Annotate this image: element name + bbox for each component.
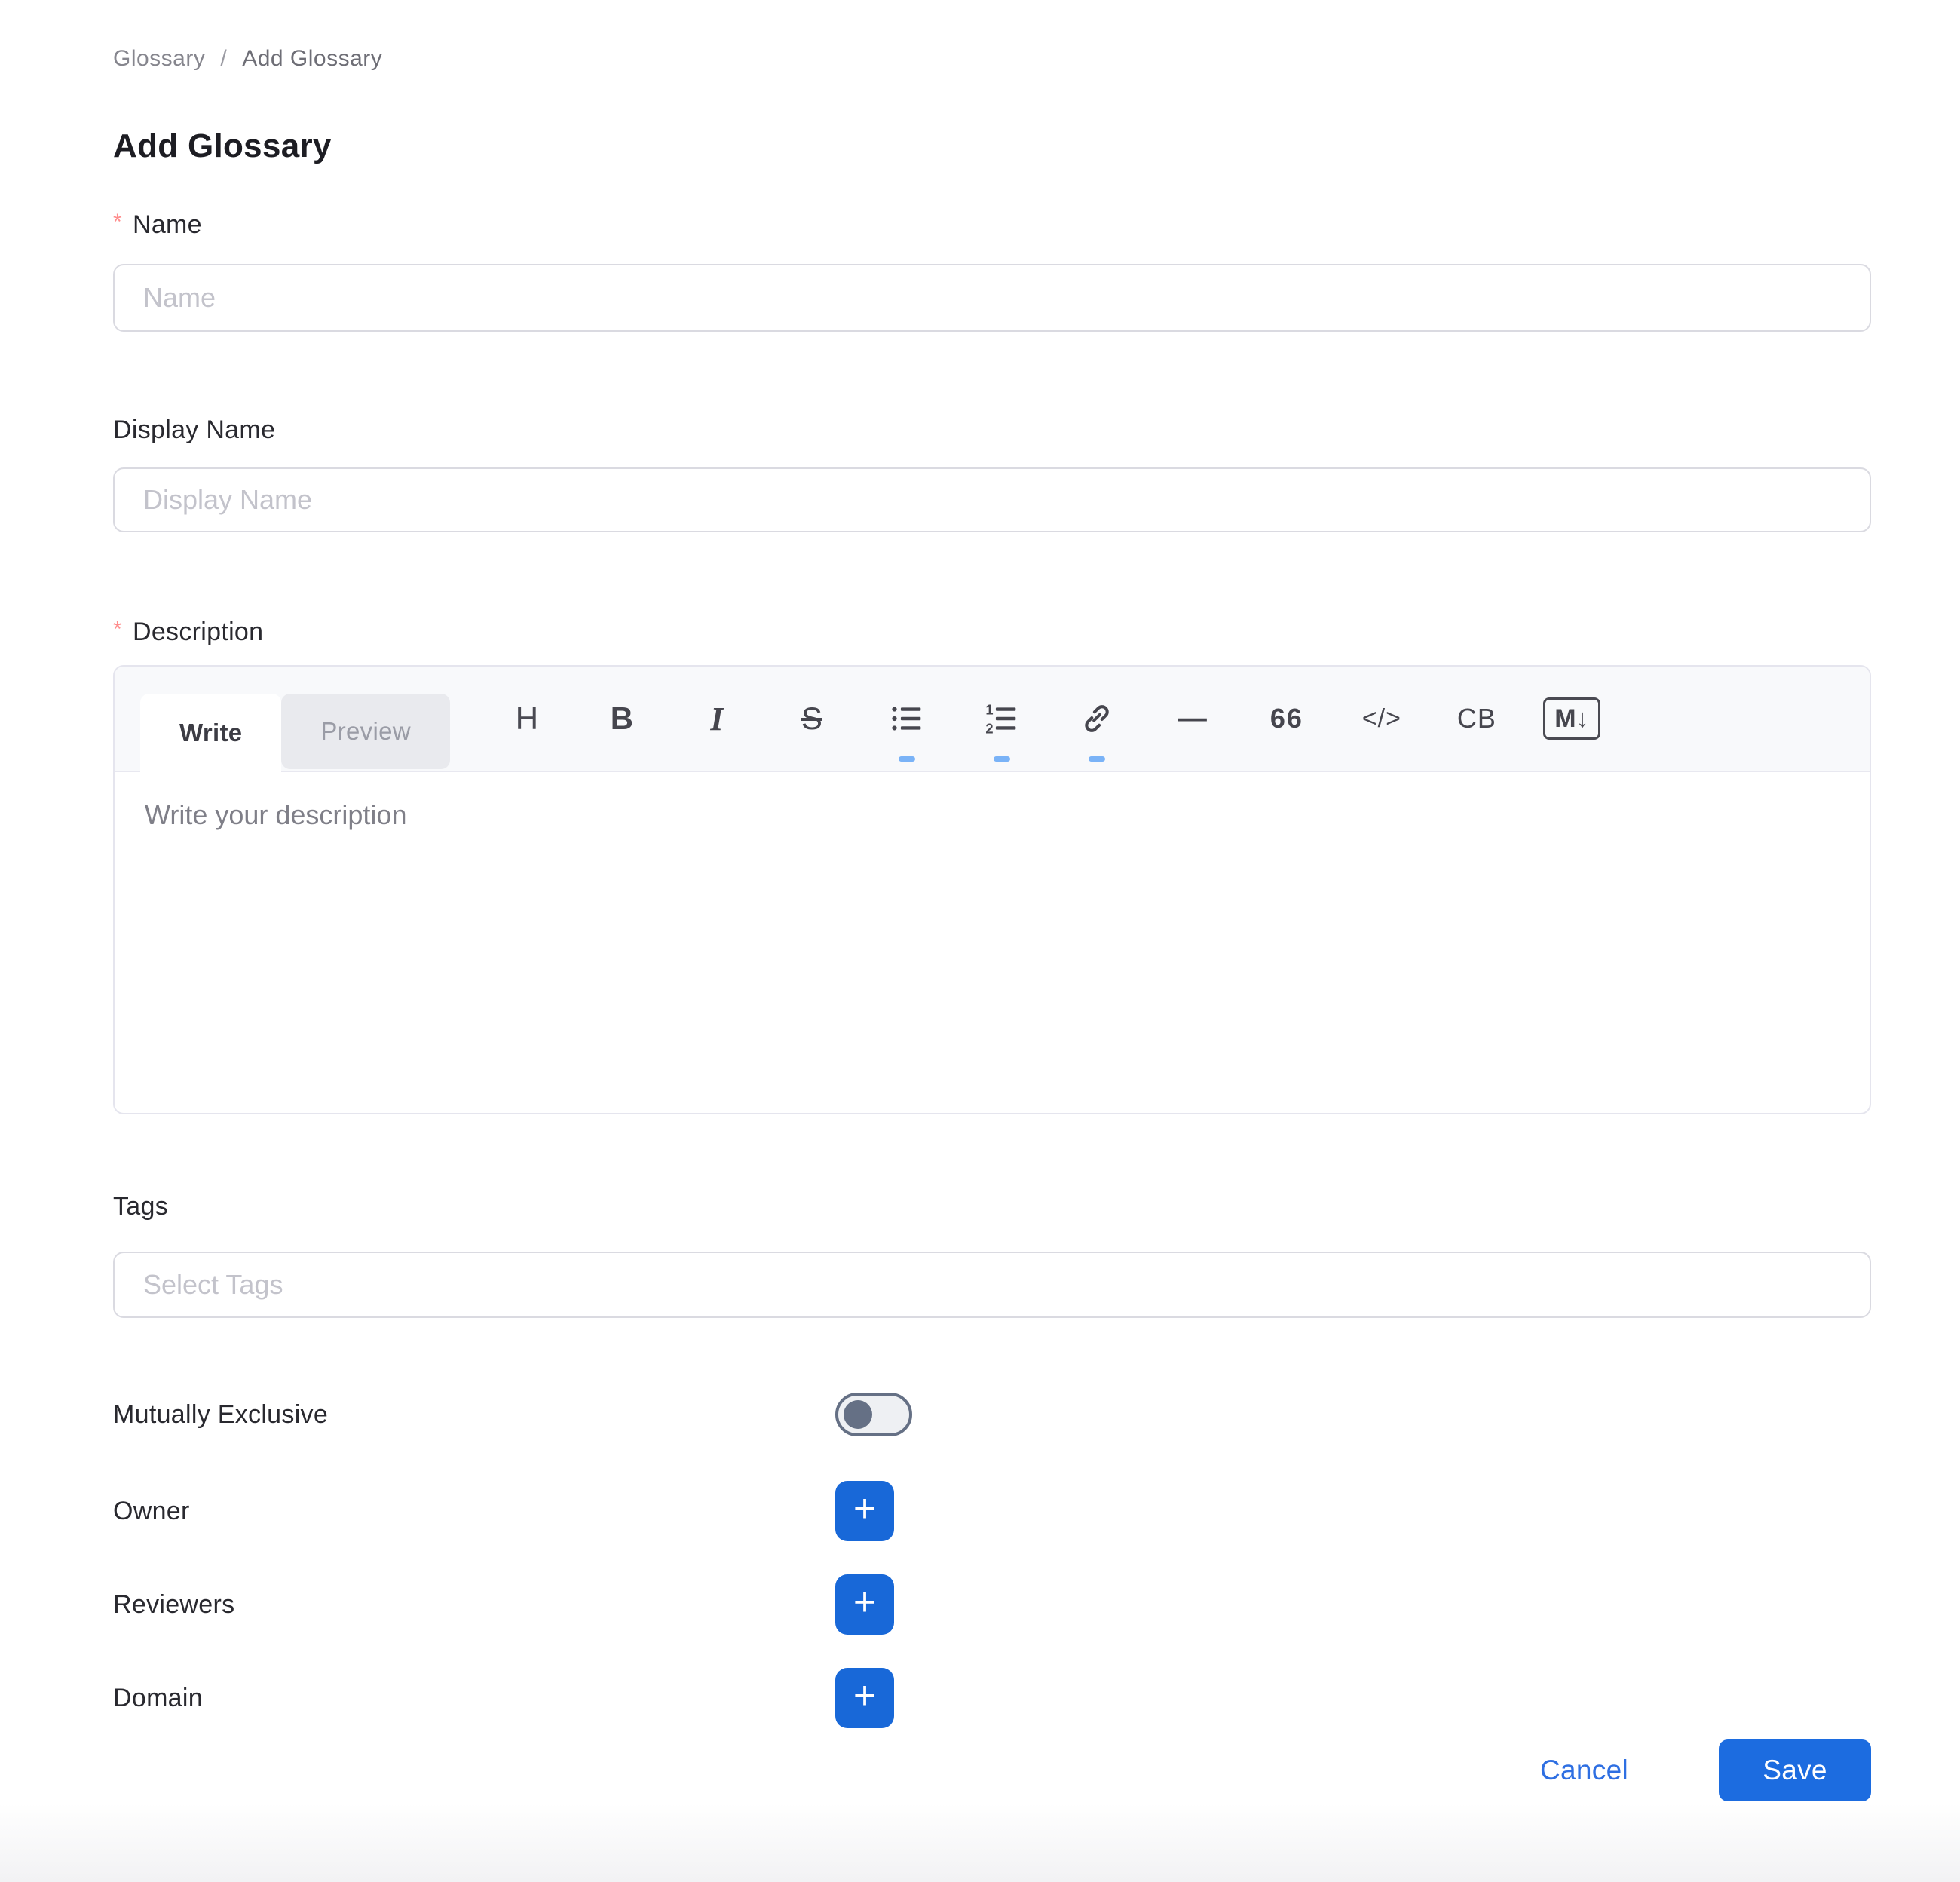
svg-text:2: 2 — [985, 720, 993, 735]
badge-dot — [899, 756, 915, 762]
toggle-knob — [844, 1400, 872, 1429]
breadcrumb-separator: / — [220, 46, 227, 72]
description-input[interactable] — [115, 772, 1870, 1114]
add-domain-button[interactable]: + — [835, 1668, 894, 1728]
display-name-label-text: Display Name — [113, 413, 275, 446]
description-toolbar-icons: HBIS12—66</>CBM↓ — [494, 667, 1605, 771]
display-name-input[interactable] — [113, 467, 1871, 532]
numbered-list-icon[interactable]: 12 — [969, 667, 1035, 771]
blockquote-icon[interactable]: 66 — [1254, 667, 1320, 771]
add-owner-button[interactable]: + — [835, 1481, 894, 1541]
domain-label: Domain — [113, 1684, 835, 1713]
reviewers-label: Reviewers — [113, 1590, 835, 1620]
editor-tabs: Write Preview — [140, 667, 450, 771]
description-label: * Description — [113, 615, 1871, 648]
inline-code-icon[interactable]: </> — [1349, 667, 1415, 771]
breadcrumb-current-page: Add Glossary — [242, 46, 382, 72]
form-actions: Cancel Save — [113, 1739, 1871, 1802]
owner-row: Owner + — [113, 1481, 1871, 1541]
link-icon[interactable] — [1064, 667, 1130, 771]
tags-label: Tags — [113, 1190, 1871, 1223]
heading-icon[interactable]: H — [494, 667, 560, 771]
add-reviewer-button[interactable]: + — [835, 1574, 894, 1635]
mutually-exclusive-row: Mutually Exclusive — [113, 1383, 1871, 1446]
name-label: * Name — [113, 208, 1871, 241]
domain-row: Domain + — [113, 1668, 1871, 1728]
cancel-button[interactable]: Cancel — [1540, 1755, 1628, 1786]
strikethrough-icon[interactable]: S — [779, 667, 845, 771]
add-glossary-page: Glossary / Add Glossary Add Glossary * N… — [0, 0, 1960, 1802]
description-editor: Write Preview HBIS12—66</>CBM↓ — [113, 665, 1871, 1114]
page-title: Add Glossary — [113, 127, 1871, 166]
reviewers-row: Reviewers + — [113, 1574, 1871, 1635]
badge-dot — [1089, 756, 1105, 762]
display-name-label: Display Name — [113, 413, 1871, 446]
badge-dot — [994, 756, 1010, 762]
save-button[interactable]: Save — [1719, 1739, 1871, 1801]
description-label-text: Description — [133, 615, 263, 648]
mutually-exclusive-toggle[interactable] — [835, 1393, 912, 1436]
name-input[interactable] — [113, 264, 1871, 332]
bold-icon[interactable]: B — [589, 667, 655, 771]
breadcrumb-glossary-link[interactable]: Glossary — [113, 46, 205, 72]
tab-write[interactable]: Write — [140, 694, 281, 772]
markdown-icon[interactable]: M↓ — [1539, 667, 1605, 771]
required-asterisk: * — [113, 615, 122, 644]
svg-text:1: 1 — [985, 702, 993, 718]
description-editor-toolbar: Write Preview HBIS12—66</>CBM↓ — [115, 667, 1870, 772]
required-asterisk: * — [113, 208, 122, 237]
breadcrumb: Glossary / Add Glossary — [113, 44, 1871, 74]
tab-preview[interactable]: Preview — [281, 694, 449, 769]
bulleted-list-icon[interactable] — [874, 667, 940, 771]
italic-icon[interactable]: I — [684, 667, 750, 771]
page-bottom-strip — [0, 1804, 1960, 1882]
tags-select-input[interactable] — [113, 1252, 1871, 1318]
mutually-exclusive-label: Mutually Exclusive — [113, 1400, 835, 1430]
horizontal-rule-icon[interactable]: — — [1159, 667, 1225, 771]
description-editor-body — [115, 772, 1870, 1114]
owner-label: Owner — [113, 1497, 835, 1526]
tags-label-text: Tags — [113, 1190, 168, 1223]
name-label-text: Name — [133, 208, 202, 241]
code-block-icon[interactable]: CB — [1444, 667, 1510, 771]
